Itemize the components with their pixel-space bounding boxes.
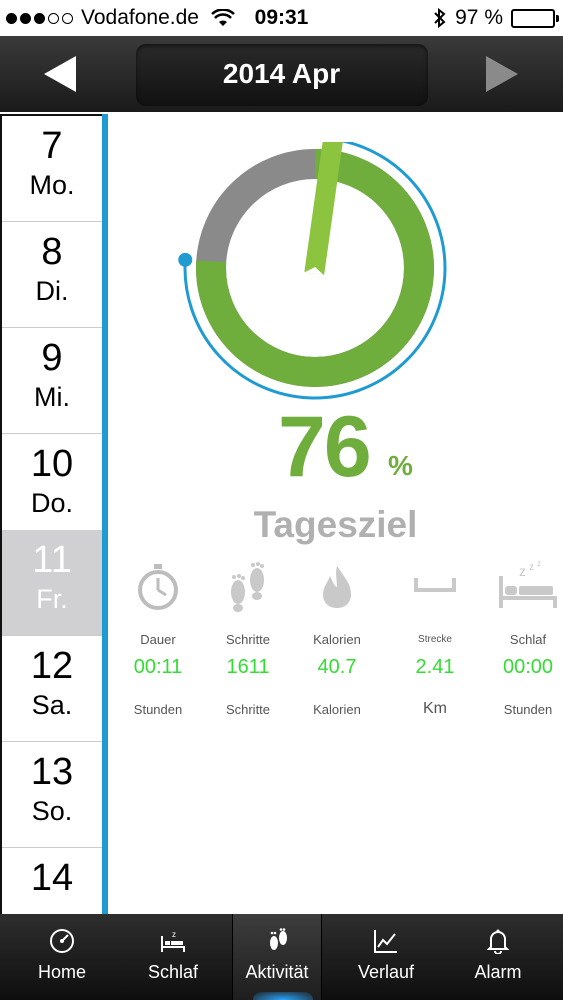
stat-value: 00:00 <box>502 656 554 678</box>
day-list[interactable]: 7 Mo. 8 Di. 9 Mi. 10 Do. 11 Fr. 12 Sa. 1… <box>0 114 104 914</box>
goal-label: Tagesziel <box>253 504 418 545</box>
month-title: 2014 Apr <box>222 58 341 89</box>
stat-label: Schritte <box>225 632 271 647</box>
stat-unit: Kalorien <box>313 702 361 717</box>
tab-alarm[interactable]: Alarm <box>448 914 548 1000</box>
day-weekday: Sa. <box>31 690 73 720</box>
day-item[interactable]: 8 Di. <box>2 222 102 328</box>
tab-aktivitaet[interactable]: Aktivität <box>232 914 322 1000</box>
day-number: 9 <box>41 337 63 379</box>
day-weekday: Mo. <box>29 170 75 200</box>
goal-percent: 76 <box>278 399 372 495</box>
stat-unit: Km <box>423 700 447 717</box>
tab-home[interactable]: Home <box>12 914 112 1000</box>
day-number: 13 <box>30 751 74 793</box>
stat-schlaf: z z z Schlaf 00:00 Stunden <box>478 560 563 717</box>
tab-bar: Home z Schlaf Aktivität Verlauf Alarm <box>0 914 563 1000</box>
day-weekday: Di. <box>35 276 69 306</box>
stat-value: 00:11 <box>133 656 183 678</box>
tab-schlaf[interactable]: z Schlaf <box>123 914 223 1000</box>
day-number: 8 <box>41 231 63 273</box>
stat-value: 2.41 <box>415 656 455 678</box>
tab-label: Schlaf <box>147 962 199 982</box>
day-number: 12 <box>30 645 74 687</box>
tab-label: Aktivität <box>245 962 309 982</box>
nav-bar: 2014 Apr <box>0 36 563 112</box>
stat-kalorien: Kalorien 40.7 Kalorien <box>287 560 387 717</box>
day-weekday: So. <box>31 796 73 826</box>
day-weekday: Do. <box>30 488 74 518</box>
stat-unit: Stunden <box>503 702 553 717</box>
day-number: 10 <box>30 443 74 485</box>
flame-icon <box>323 566 351 608</box>
footprints-icon <box>231 562 264 612</box>
day-item[interactable]: 9 Mi. <box>2 328 102 434</box>
stat-dauer: Dauer 00:11 Stunden <box>108 560 208 717</box>
day-number: 11 <box>32 539 72 581</box>
stat-value: 1611 <box>226 656 270 678</box>
svg-text:z: z <box>519 563 526 579</box>
day-item[interactable]: 7 Mo. <box>2 116 102 222</box>
stat-schritte: Schritte 1611 Schritte <box>198 560 298 717</box>
tab-label: Verlauf <box>357 962 415 982</box>
bell-icon <box>486 929 510 954</box>
bed-icon: z <box>161 930 185 952</box>
day-item[interactable]: 14 <box>2 848 102 914</box>
day-item[interactable]: 13 So. <box>2 742 102 848</box>
tab-label: Home <box>37 962 86 982</box>
battery-icon <box>511 8 559 28</box>
stat-strecke: Strecke 2.41 Km <box>385 560 485 717</box>
stat-unit: Stunden <box>133 702 183 717</box>
stopwatch-icon <box>138 564 178 610</box>
day-weekday: Fr. <box>36 584 68 614</box>
bluetooth-icon <box>434 8 446 28</box>
tab-verlauf[interactable]: Verlauf <box>336 914 436 1000</box>
day-item[interactable]: 10 Do. <box>2 434 102 540</box>
battery-percent: 97 % <box>455 6 503 29</box>
stat-value: 40.7 <box>317 656 357 678</box>
stat-label: Dauer <box>140 632 176 647</box>
day-number: 14 <box>30 857 74 899</box>
distance-icon <box>414 578 456 592</box>
tab-label: Alarm <box>474 962 522 982</box>
goal-percent-unit: % <box>388 450 413 481</box>
svg-text:z: z <box>172 930 176 939</box>
bed-icon: z z z <box>499 560 557 608</box>
footprints-icon <box>270 928 287 950</box>
stat-label: Schlaf <box>509 632 547 647</box>
svg-text:z: z <box>537 560 541 568</box>
day-number: 7 <box>41 125 63 167</box>
status-bar: Vodafone.de 09:31 97 % <box>0 0 563 36</box>
stat-label: Kalorien <box>313 632 361 647</box>
day-item[interactable]: 12 Sa. <box>2 636 102 742</box>
stat-label: Strecke <box>418 634 452 645</box>
next-month-button[interactable] <box>486 56 518 92</box>
activity-stats: Dauer 00:11 Stunden Schritte 1611 Schrit… <box>108 560 563 730</box>
gauge-end-dot <box>178 252 193 267</box>
day-item-selected[interactable]: 11 Fr. <box>2 530 102 636</box>
stat-unit: Schritte <box>225 702 271 717</box>
day-weekday: Mi. <box>34 382 70 412</box>
speedometer-icon <box>50 929 74 953</box>
goal-gauge <box>178 142 447 400</box>
svg-text:z: z <box>529 562 534 573</box>
chart-icon <box>374 930 397 953</box>
